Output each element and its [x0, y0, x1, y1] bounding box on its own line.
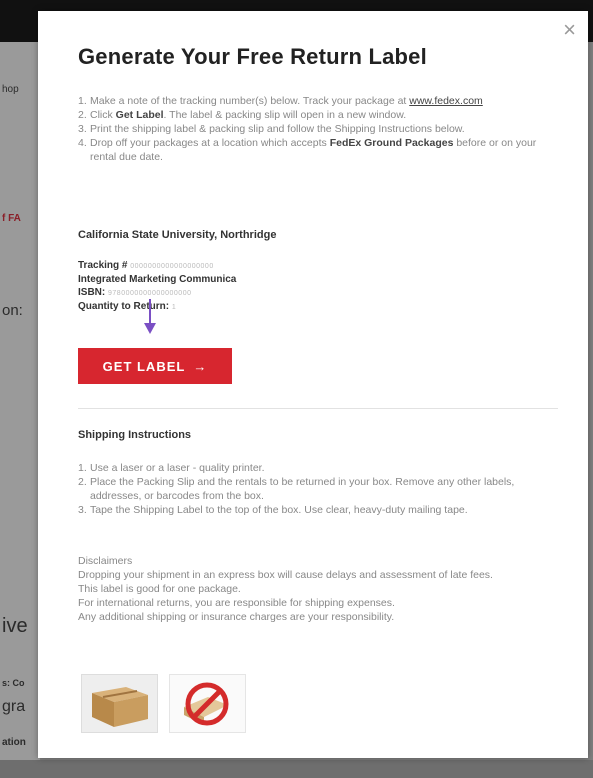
shipping-step: 2. Place the Packing Slip and the rentals… — [78, 475, 563, 503]
fedex-link[interactable]: www.fedex.com — [409, 95, 483, 107]
step-text: . The label & packing slip will open in … — [163, 109, 407, 121]
step-text: Tape the Shipping Label to the top of th… — [90, 504, 468, 516]
shipping-list: 1. Use a laser or a laser - quality print… — [78, 461, 563, 517]
tracking-label: Tracking # — [78, 260, 128, 271]
disclaimer-line: Any additional shipping or insurance cha… — [78, 611, 395, 623]
step-text: Place the Packing Slip and the rentals t… — [90, 476, 515, 502]
right-arrow-icon: → — [193, 358, 208, 374]
step-number: 1. — [78, 95, 87, 107]
tracking-number: 0000000000000000000 — [130, 263, 214, 270]
isbn-label: ISBN: — [78, 287, 106, 298]
step-text: Print the shipping label & packing slip … — [90, 123, 465, 135]
disclaimer-line: Dropping your shipment in an express box… — [78, 569, 493, 581]
bg-text-4: ive — [2, 615, 28, 637]
step-number: 1. — [78, 462, 87, 474]
step-number: 2. — [78, 109, 87, 121]
bg-text-5: s: Co — [2, 678, 25, 688]
instruction-step: 1. Make a note of the tracking number(s)… — [78, 94, 563, 108]
step-text: Make a note of the tracking number(s) be… — [90, 95, 410, 107]
get-label-text: GET LABEL — [102, 358, 186, 374]
instruction-step: 2. Click Get Label. The label & packing … — [78, 108, 563, 122]
down-arrow-icon — [144, 299, 156, 334]
get-label-button[interactable]: GET LABEL → — [78, 348, 232, 384]
disclaimer-line: For international returns, you are respo… — [78, 597, 395, 609]
instructions-list: 1. Make a note of the tracking number(s)… — [78, 94, 563, 164]
background-footer — [0, 760, 593, 778]
step-number: 2. — [78, 476, 87, 488]
step-text: Click — [90, 109, 116, 121]
step-bold: FedEx Ground Packages — [329, 137, 454, 149]
isbn-value: 9780000000000000000 — [108, 290, 192, 297]
shipping-step: 3. Tape the Shipping Label to the top of … — [78, 503, 563, 517]
quantity-value: 1 — [171, 304, 177, 311]
cardboard-box-icon — [81, 674, 158, 733]
bg-text-6: gra — [2, 698, 26, 715]
step-bold: Get Label — [115, 109, 164, 121]
shipping-heading: Shipping Instructions — [78, 429, 192, 441]
step-number: 3. — [78, 123, 87, 135]
close-icon[interactable]: × — [563, 19, 576, 41]
prohibited-sign-icon — [169, 674, 246, 733]
step-number: 3. — [78, 504, 87, 516]
bg-text-1: hop — [2, 84, 19, 95]
return-label-modal: × Generate Your Free Return Label 1. Mak… — [38, 11, 588, 758]
disclaimer-heading: Disclaimers — [78, 555, 133, 567]
step-text: Use a laser or a laser - quality printer… — [90, 462, 265, 474]
bg-text-7: ation — [2, 737, 26, 748]
school-name: California State University, Northridge — [78, 229, 277, 241]
instruction-step: 3. Print the shipping label & packing sl… — [78, 122, 563, 136]
modal-title: Generate Your Free Return Label — [78, 44, 427, 69]
bg-text-3: on: — [2, 302, 23, 319]
background-page — [0, 42, 40, 778]
bg-text-2: f FA — [2, 213, 21, 224]
tracking-details: Tracking # 0000000000000000000 Integrate… — [78, 259, 236, 314]
disclaimer-line: This label is good for one package. — [78, 583, 241, 595]
shipping-step: 1. Use a laser or a laser - quality print… — [78, 461, 563, 475]
course-title: Integrated Marketing Communica — [78, 274, 237, 285]
step-number: 4. — [78, 137, 87, 149]
disclaimers: Disclaimers Dropping your shipment in an… — [78, 554, 563, 624]
divider — [78, 408, 558, 409]
step-text: Drop off your packages at a location whi… — [90, 137, 330, 149]
instruction-step: 4. Drop off your packages at a location … — [78, 136, 563, 164]
